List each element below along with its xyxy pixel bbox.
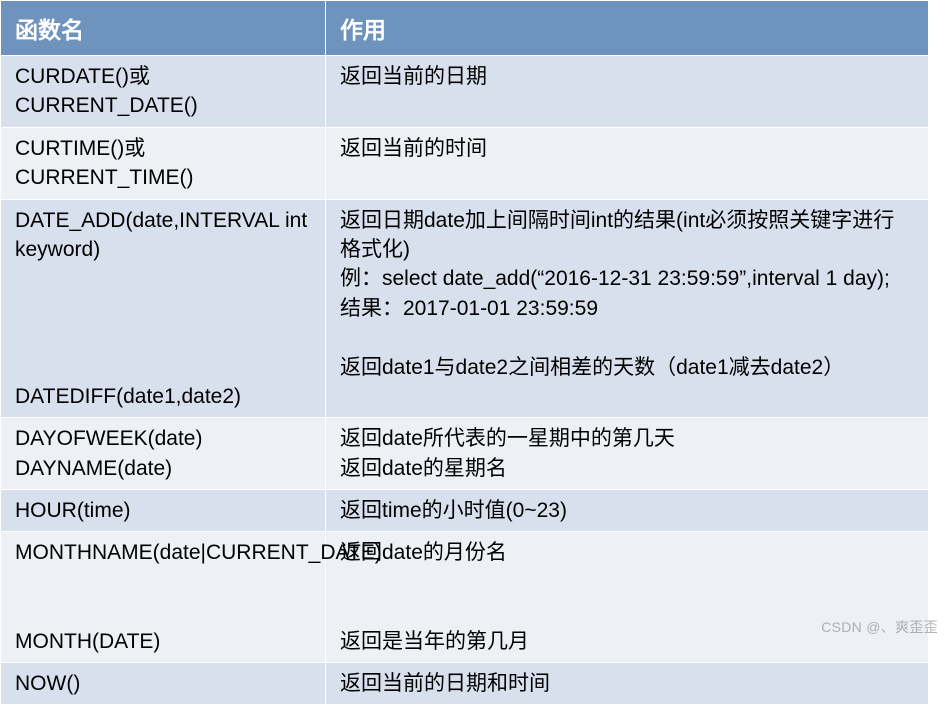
cell-function-desc: 返回日期date加上间隔时间int的结果(int必须按照关键字进行格式化) 例：…	[326, 199, 929, 418]
cell-function-desc: 返回当前的日期和时间	[326, 663, 929, 705]
cell-function-name: CURDATE()或 CURRENT_DATE()	[1, 56, 326, 128]
header-function-name: 函数名	[1, 1, 326, 56]
watermark-text: CSDN @、爽歪歪	[821, 617, 938, 637]
cell-function-name: DATE_ADD(date,INTERVAL int keyword) DATE…	[1, 199, 326, 418]
function-reference-table: 函数名 作用 CURDATE()或 CURRENT_DATE() 返回当前的日期…	[0, 0, 929, 705]
cell-function-desc: 返回time的小时值(0~23)	[326, 490, 929, 532]
cell-function-name: NOW()	[1, 663, 326, 705]
table-header-row: 函数名 作用	[1, 1, 929, 56]
table-row: HOUR(time) 返回time的小时值(0~23)	[1, 490, 929, 532]
cell-function-desc: 返回当前的时间	[326, 127, 929, 199]
table-row: CURDATE()或 CURRENT_DATE() 返回当前的日期	[1, 56, 929, 128]
table-row: DATE_ADD(date,INTERVAL int keyword) DATE…	[1, 199, 929, 418]
table-row: CURTIME()或 CURRENT_TIME() 返回当前的时间	[1, 127, 929, 199]
cell-function-desc: 返回date所代表的一星期中的第几天 返回date的星期名	[326, 418, 929, 490]
cell-function-name: CURTIME()或 CURRENT_TIME()	[1, 127, 326, 199]
table-row: DAYOFWEEK(date) DAYNAME(date) 返回date所代表的…	[1, 418, 929, 490]
cell-function-name: DAYOFWEEK(date) DAYNAME(date)	[1, 418, 326, 490]
table-row: NOW() 返回当前的日期和时间	[1, 663, 929, 705]
header-function-desc: 作用	[326, 1, 929, 56]
cell-function-name: HOUR(time)	[1, 490, 326, 532]
cell-function-desc: 返回当前的日期	[326, 56, 929, 128]
